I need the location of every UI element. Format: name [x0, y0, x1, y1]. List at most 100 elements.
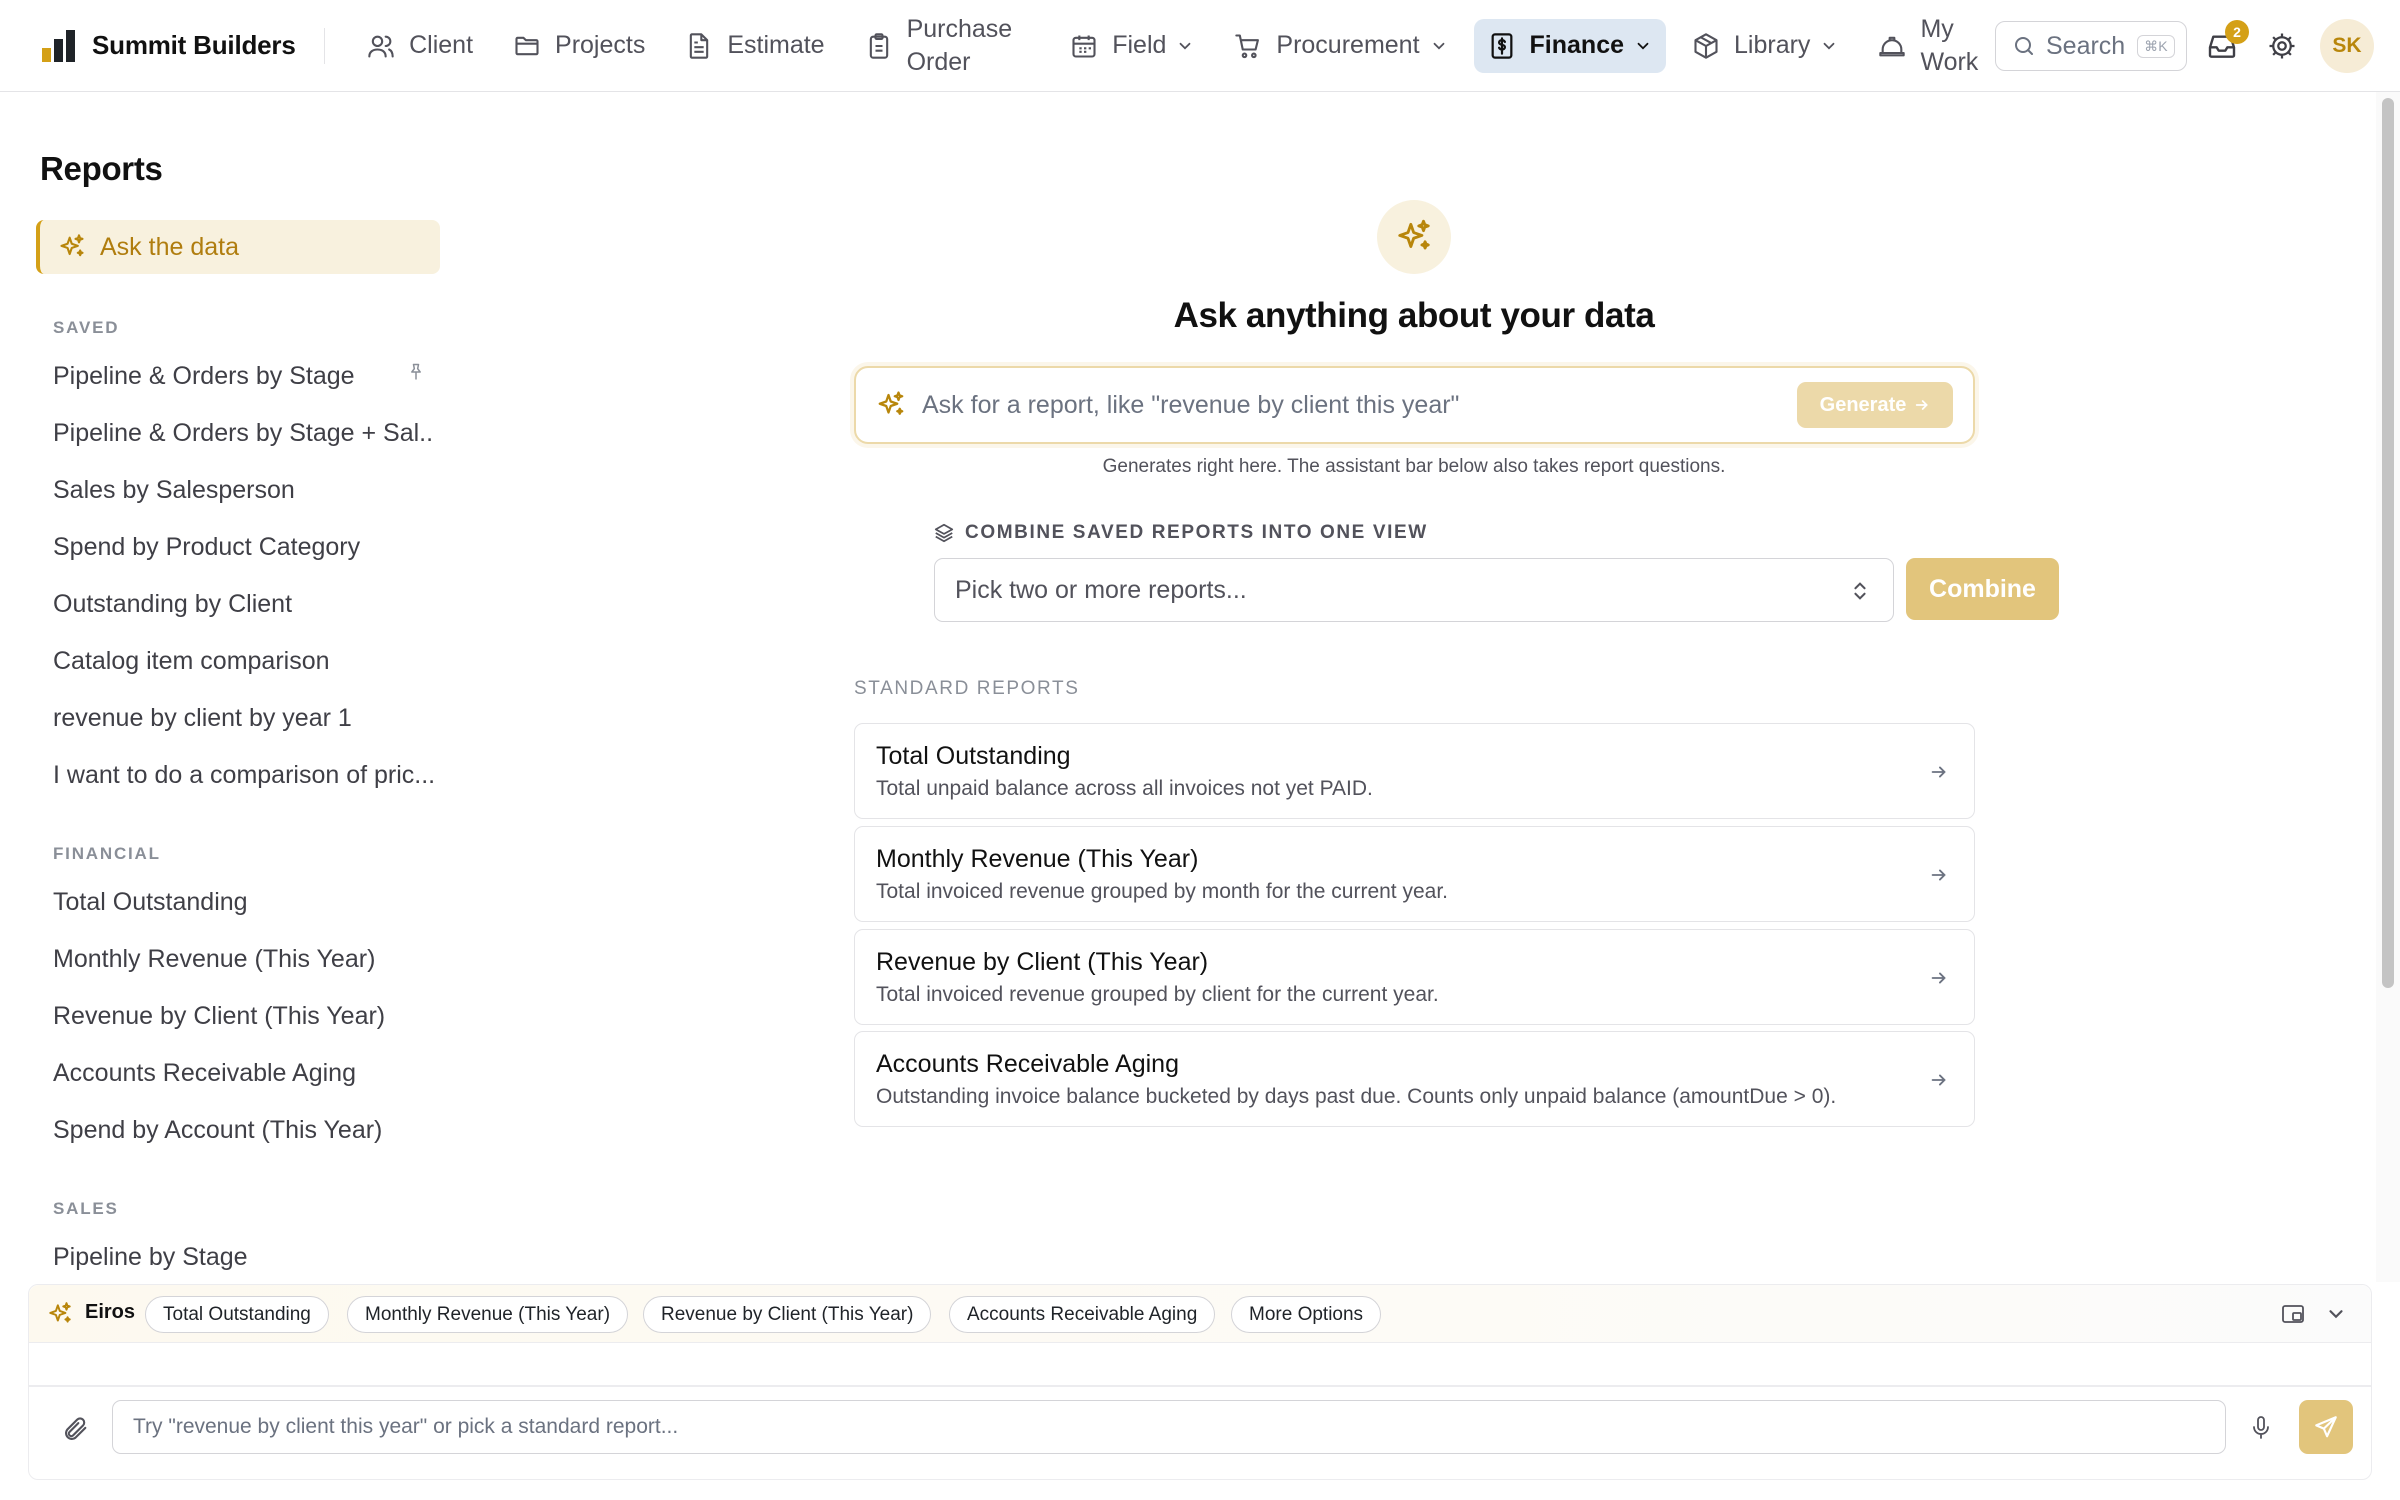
generate-label: Generate — [1819, 393, 1907, 416]
sidebar-item-ask-the-data[interactable]: Ask the data — [36, 220, 440, 274]
arrow-right-icon — [1916, 400, 1929, 410]
report-card-desc: Total invoiced revenue grouped by client… — [876, 983, 1439, 1006]
assistant-input-wrap — [112, 1400, 2226, 1454]
sidebar-item-financial[interactable]: Monthly Revenue (This Year) — [53, 945, 433, 974]
combine-reports-select[interactable]: Pick two or more reports... — [934, 558, 1894, 622]
nav-client-label: Client — [409, 31, 474, 59]
chevron-down-icon — [1824, 42, 1835, 50]
sidebar: Reports Ask the data SAVED Pipeline & Or… — [0, 92, 460, 1282]
scrollbar-thumb[interactable] — [2382, 98, 2394, 988]
nav-my-work[interactable]: My Work — [1864, 15, 1992, 76]
sidebar-item-saved[interactable]: Outstanding by Client — [53, 590, 433, 619]
nav-client[interactable]: Client — [353, 19, 487, 73]
sparkles-icon — [60, 234, 84, 257]
suggestion-chip[interactable]: Accounts Receivable Aging — [949, 1296, 1216, 1333]
suggestion-chip[interactable]: Monthly Revenue (This Year) — [347, 1296, 629, 1333]
sidebar-item-financial[interactable]: Revenue by Client (This Year) — [53, 1002, 433, 1031]
nav-estimate[interactable]: Estimate — [671, 19, 838, 73]
report-card-title: Monthly Revenue (This Year) — [876, 845, 1199, 873]
sidebar-item-saved[interactable]: revenue by client by year 1 — [53, 704, 433, 733]
sidebar-item-saved[interactable]: Pipeline & Orders by Stage — [53, 362, 433, 391]
search-icon — [2015, 37, 2033, 55]
avatar[interactable]: SK — [2320, 19, 2374, 73]
sidebar-item-saved[interactable]: Catalog item comparison — [53, 647, 433, 676]
clipboard-icon — [869, 32, 888, 59]
suggestion-chip[interactable]: Total Outstanding — [145, 1296, 329, 1333]
nav-procurement-label: Procurement — [1276, 31, 1420, 59]
section-heading-financial: FINANCIAL — [53, 844, 161, 863]
nav-my-work-label-1: My — [1920, 14, 1954, 43]
report-card-ar-aging[interactable]: Accounts Receivable Aging Outstanding in… — [854, 1031, 1975, 1127]
report-card-total-outstanding[interactable]: Total Outstanding Total unpaid balance a… — [854, 723, 1975, 819]
nav-field[interactable]: Field — [1056, 19, 1208, 73]
report-card-title: Revenue by Client (This Year) — [876, 948, 1209, 976]
search-shortcut: ⌘K — [2137, 34, 2175, 58]
hero-sparkles-icon — [1377, 200, 1451, 274]
gear-icon[interactable] — [2267, 31, 2297, 61]
report-card-title: Total Outstanding — [876, 742, 1071, 770]
paperclip-icon[interactable] — [62, 1415, 90, 1443]
assistant-chips-row: Eiros Total Outstanding Monthly Revenue … — [29, 1285, 2371, 1343]
calendar-icon — [1072, 35, 1096, 58]
ask-hint: Generates right here. The assistant bar … — [1102, 456, 1726, 477]
nav-procurement[interactable]: Procurement — [1220, 19, 1461, 73]
chevron-down-icon[interactable] — [2325, 1303, 2347, 1325]
sidebar-item-financial[interactable]: Total Outstanding — [53, 888, 433, 917]
picture-in-picture-icon[interactable] — [2281, 1303, 2305, 1325]
folder-icon — [515, 36, 539, 55]
hard-hat-icon — [1879, 36, 1906, 56]
nav-purchase-order[interactable]: Purchase Order — [851, 15, 1027, 76]
report-card-desc: Outstanding invoice balance bucketed by … — [876, 1085, 1837, 1108]
nav-divider — [323, 27, 326, 64]
sparkles-icon — [878, 391, 904, 415]
microphone-icon[interactable] — [2249, 1415, 2273, 1441]
chevron-down-icon — [1433, 42, 1444, 50]
sidebar-item-financial[interactable]: Accounts Receivable Aging — [53, 1059, 433, 1088]
sidebar-item-saved[interactable]: Spend by Product Category — [53, 533, 433, 562]
sidebar-item-saved[interactable]: Sales by Salesperson — [53, 476, 433, 505]
sidebar-item-financial[interactable]: Spend by Account (This Year) — [53, 1116, 433, 1145]
generate-button[interactable]: Generate — [1797, 382, 1953, 428]
standard-reports-heading: STANDARD REPORTS — [854, 678, 1080, 699]
sidebar-item-sales[interactable]: Pipeline by Stage — [53, 1243, 433, 1272]
notification-badge: 2 — [2225, 20, 2249, 44]
arrow-right-icon — [1931, 1074, 1946, 1086]
suggestion-chip[interactable]: Revenue by Client (This Year) — [643, 1296, 932, 1333]
assistant-input[interactable] — [133, 1415, 2225, 1439]
chevron-down-icon — [1180, 42, 1191, 50]
sidebar-item-saved[interactable]: I want to do a comparison of pric... — [53, 761, 433, 790]
sidebar-item-saved[interactable]: Pipeline & Orders by Stage + Sal... — [53, 419, 433, 448]
document-icon — [690, 32, 709, 59]
combine-heading-label: COMBINE SAVED REPORTS INTO ONE VIEW — [965, 522, 1428, 543]
suggestion-chip[interactable]: More Options — [1231, 1296, 1382, 1333]
nav-library[interactable]: Library — [1678, 19, 1852, 73]
search-label: Search — [2046, 31, 2126, 60]
sparkles-icon — [49, 1302, 71, 1323]
combine-heading: COMBINE SAVED REPORTS INTO ONE VIEW — [933, 522, 1428, 544]
send-button[interactable] — [2299, 1400, 2353, 1454]
nav-finance[interactable]: Finance — [1473, 18, 1667, 73]
report-card-revenue-by-client[interactable]: Revenue by Client (This Year) Total invo… — [854, 929, 1975, 1025]
nav-my-work-label-2: Work — [1920, 47, 1979, 76]
arrow-right-icon — [1931, 766, 1946, 778]
report-card-monthly-revenue[interactable]: Monthly Revenue (This Year) Total invoic… — [854, 826, 1975, 922]
arrow-right-icon — [1931, 972, 1946, 984]
layers-icon — [934, 523, 954, 543]
arrow-right-icon — [1931, 869, 1946, 881]
combine-placeholder: Pick two or more reports... — [955, 575, 1247, 604]
sidebar-title: Reports — [40, 150, 163, 187]
users-icon — [368, 35, 394, 58]
nav-projects[interactable]: Projects — [499, 19, 659, 73]
dollar-document-icon — [1491, 32, 1512, 59]
ask-input[interactable] — [922, 390, 1797, 420]
section-heading-sales: SALES — [53, 1199, 119, 1218]
brand[interactable]: Summit Builders — [42, 0, 296, 92]
ask-box: Generate — [854, 366, 1975, 444]
search-button[interactable]: Search ⌘K — [1995, 21, 2187, 71]
pin-icon[interactable] — [406, 362, 426, 382]
assistant-name: Eiros — [85, 1301, 136, 1323]
combine-button[interactable]: Combine — [1906, 558, 2059, 620]
cart-icon — [1235, 33, 1260, 58]
sidebar-item-label: Ask the data — [100, 232, 239, 261]
brand-name: Summit Builders — [92, 30, 296, 60]
